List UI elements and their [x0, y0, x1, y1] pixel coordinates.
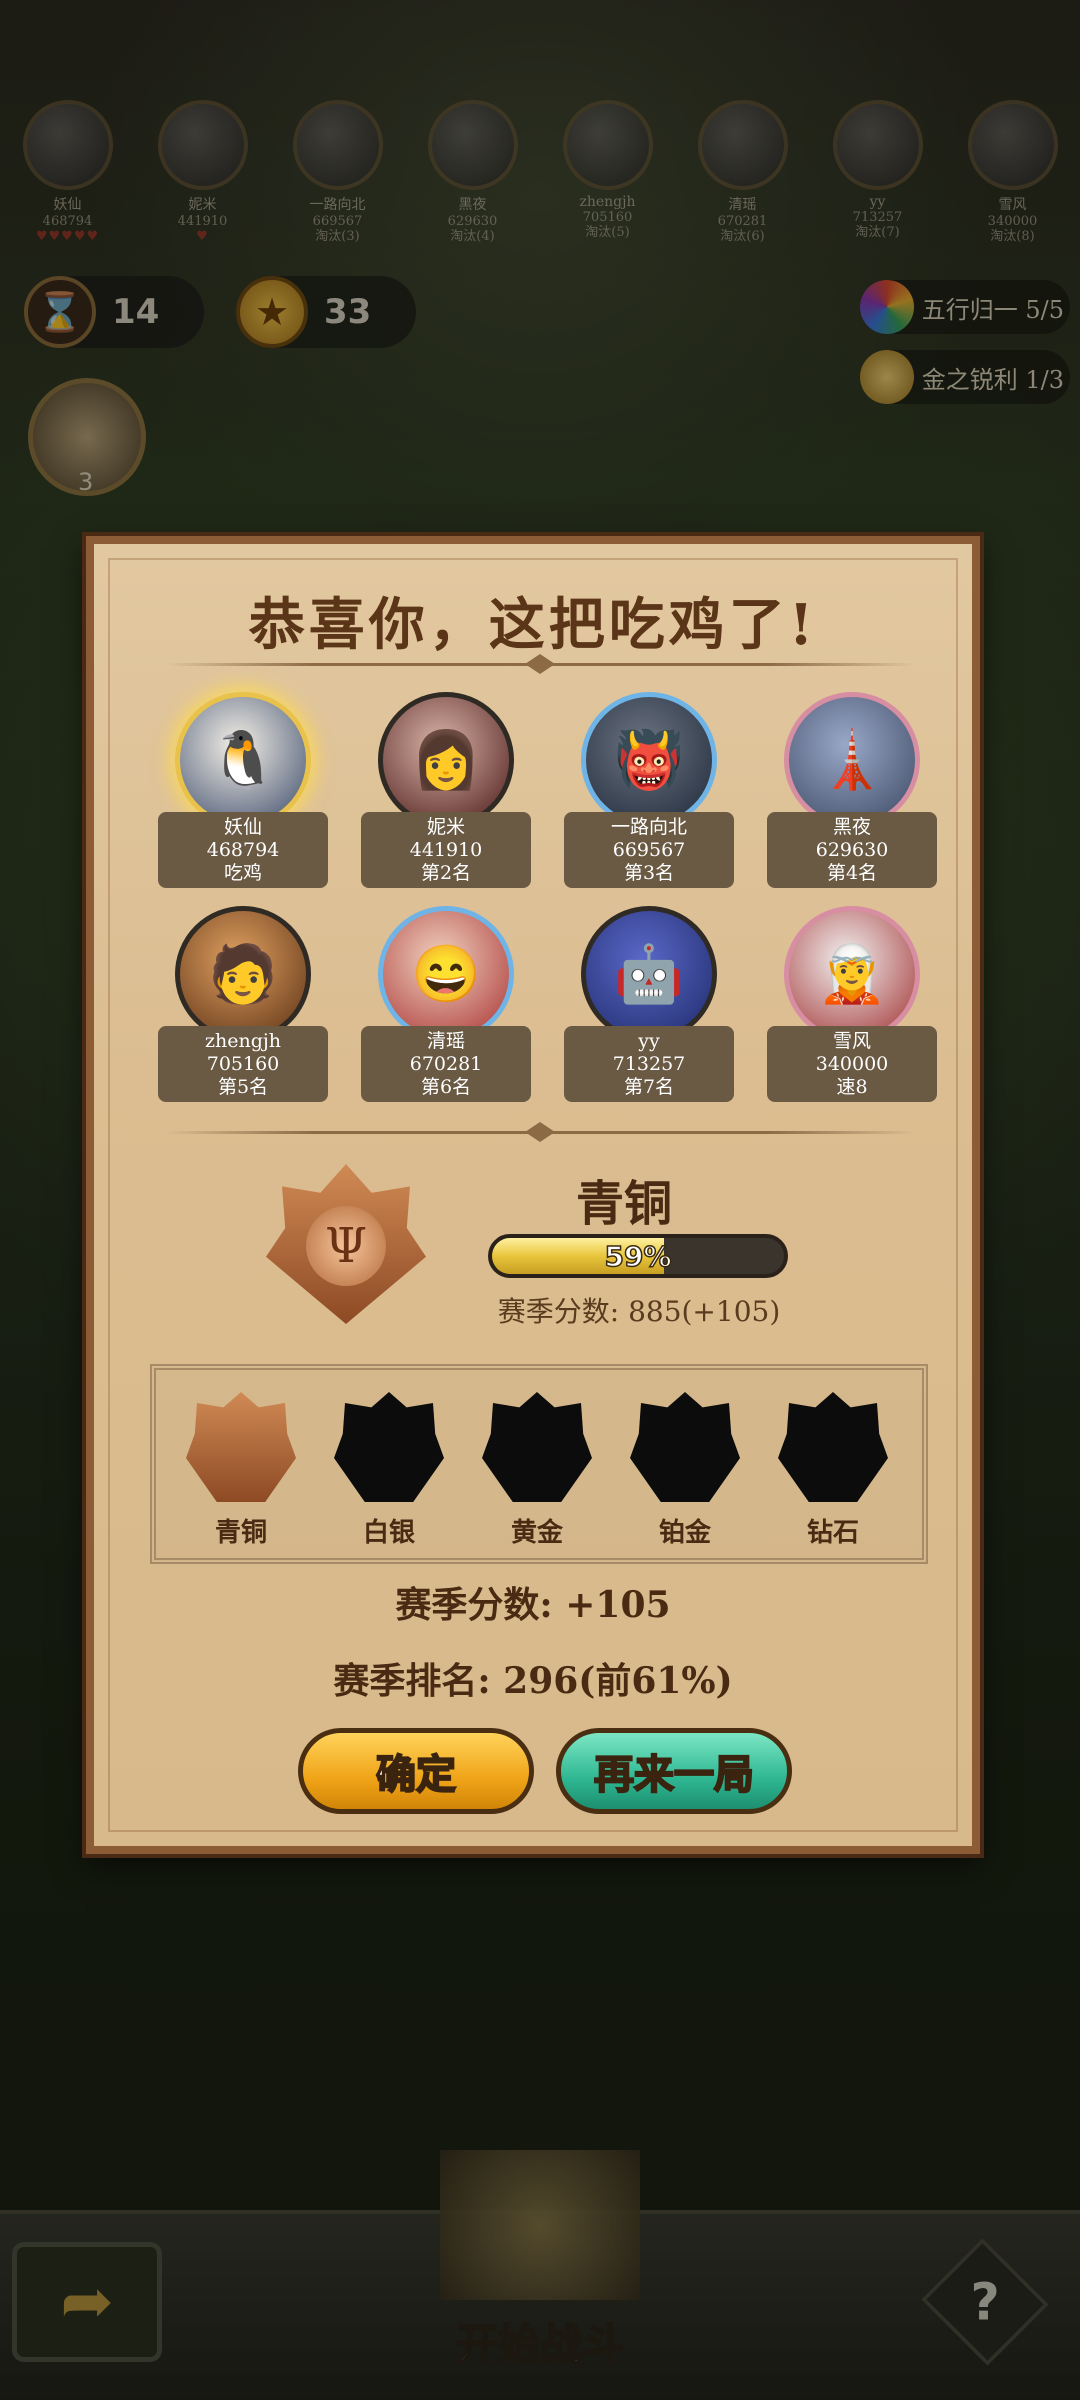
player-name: 清瑶 [426, 1030, 465, 1052]
result-player-card[interactable]: 🐧 妖仙 468794 吃鸡 [158, 692, 328, 888]
tier-label: 铂金 [658, 1518, 711, 1548]
player-score: 670281 [409, 1053, 483, 1075]
tier-bronze: 青铜 [186, 1392, 296, 1549]
player-score: 468794 [206, 839, 280, 861]
tier-diamond: 钻石 [778, 1392, 888, 1549]
tier-label: 青铜 [214, 1518, 267, 1548]
player-place: 第6名 [420, 1076, 472, 1098]
tier-list: 青铜 白银 黄金 铂金 钻石 [150, 1364, 928, 1564]
player-score: 669567 [612, 839, 686, 861]
player-name: 妮米 [426, 816, 465, 838]
player-place: 第7名 [623, 1076, 675, 1098]
result-player-card[interactable]: 🤖 yy 713257 第7名 [564, 906, 734, 1102]
divider-ornament [166, 654, 916, 674]
tier-label: 钻石 [806, 1518, 859, 1548]
tier-label: 黄金 [510, 1518, 563, 1548]
trident-icon: Ψ [306, 1206, 386, 1286]
player-avatar: 🐧 [175, 692, 311, 828]
player-info: 妖仙 468794 吃鸡 [158, 812, 328, 888]
player-place: 第4名 [826, 862, 878, 884]
diamond-tier-icon [778, 1392, 888, 1502]
result-player-card[interactable]: 🧑 zhengjh 705160 第5名 [158, 906, 328, 1102]
player-info: yy 713257 第7名 [564, 1026, 734, 1102]
player-score: 705160 [206, 1053, 280, 1075]
player-name: 一路向北 [610, 816, 687, 838]
rank-progress-bar: 59% [488, 1234, 788, 1278]
dialog-title: 恭喜你，这把吃鸡了! [248, 592, 818, 658]
results-grid: 🐧 妖仙 468794 吃鸡 👩 妮米 441910 第2名 👹 一路向北 669567 第3名 🗼 黑夜… [158, 692, 938, 1102]
player-info: 一路向北 669567 第3名 [564, 812, 734, 888]
player-name: 雪风 [832, 1030, 871, 1052]
bronze-tier-icon [186, 1392, 296, 1502]
player-info: 雪风 340000 速8 [767, 1026, 937, 1102]
player-avatar: 🧑 [175, 906, 311, 1042]
player-place: 速8 [836, 1076, 868, 1098]
rank-tier-name: 青铜 [575, 1176, 672, 1232]
player-avatar: 🤖 [581, 906, 717, 1042]
player-score: 441910 [409, 839, 483, 861]
gold-tier-icon [482, 1392, 592, 1502]
player-info: 黑夜 629630 第4名 [767, 812, 937, 888]
player-name: 黑夜 [832, 816, 871, 838]
season-rank: 赛季排名: 296(前61%) [333, 1660, 733, 1702]
result-player-card[interactable]: 🗼 黑夜 629630 第4名 [767, 692, 937, 888]
tier-platinum: 铂金 [630, 1392, 740, 1549]
player-avatar: 😄 [378, 906, 514, 1042]
divider-ornament [166, 1122, 916, 1142]
player-avatar: 👩 [378, 692, 514, 828]
result-player-card[interactable]: 😄 清瑶 670281 第6名 [361, 906, 531, 1102]
player-info: 妮米 441910 第2名 [361, 812, 531, 888]
player-avatar: 🧝 [784, 906, 920, 1042]
player-name: zhengjh [204, 1030, 282, 1052]
bronze-rank-emblem: Ψ [266, 1164, 426, 1324]
confirm-button[interactable]: 确定 [298, 1728, 534, 1814]
result-player-card[interactable]: 👹 一路向北 669567 第3名 [564, 692, 734, 888]
tier-silver: 白银 [334, 1392, 444, 1549]
player-score: 340000 [815, 1053, 889, 1075]
season-points: 赛季分数: 885(+105) [497, 1295, 781, 1328]
player-name: 妖仙 [223, 816, 262, 838]
player-info: 清瑶 670281 第6名 [361, 1026, 531, 1102]
player-score: 629630 [815, 839, 889, 861]
player-place: 第5名 [217, 1076, 269, 1098]
player-place: 吃鸡 [223, 862, 262, 884]
player-avatar: 🗼 [784, 692, 920, 828]
player-score: 713257 [612, 1053, 686, 1075]
result-player-card[interactable]: 👩 妮米 441910 第2名 [361, 692, 531, 888]
player-place: 第3名 [623, 862, 675, 884]
result-player-card[interactable]: 🧝 雪风 340000 速8 [767, 906, 937, 1102]
player-name: yy [638, 1030, 660, 1052]
platinum-tier-icon [630, 1392, 740, 1502]
player-avatar: 👹 [581, 692, 717, 828]
season-score: 赛季分数: +105 [395, 1584, 671, 1626]
tier-label: 白银 [362, 1518, 415, 1548]
play-again-button[interactable]: 再来一局 [556, 1728, 792, 1814]
result-dialog: 恭喜你，这把吃鸡了! 🐧 妖仙 468794 吃鸡 👩 妮米 441910 第2名 👹 一路向北 6… [86, 536, 980, 1854]
tier-gold: 黄金 [482, 1392, 592, 1549]
player-info: zhengjh 705160 第5名 [158, 1026, 328, 1102]
player-place: 第2名 [420, 862, 472, 884]
progress-label: 59% [604, 1239, 673, 1274]
silver-tier-icon [334, 1392, 444, 1502]
